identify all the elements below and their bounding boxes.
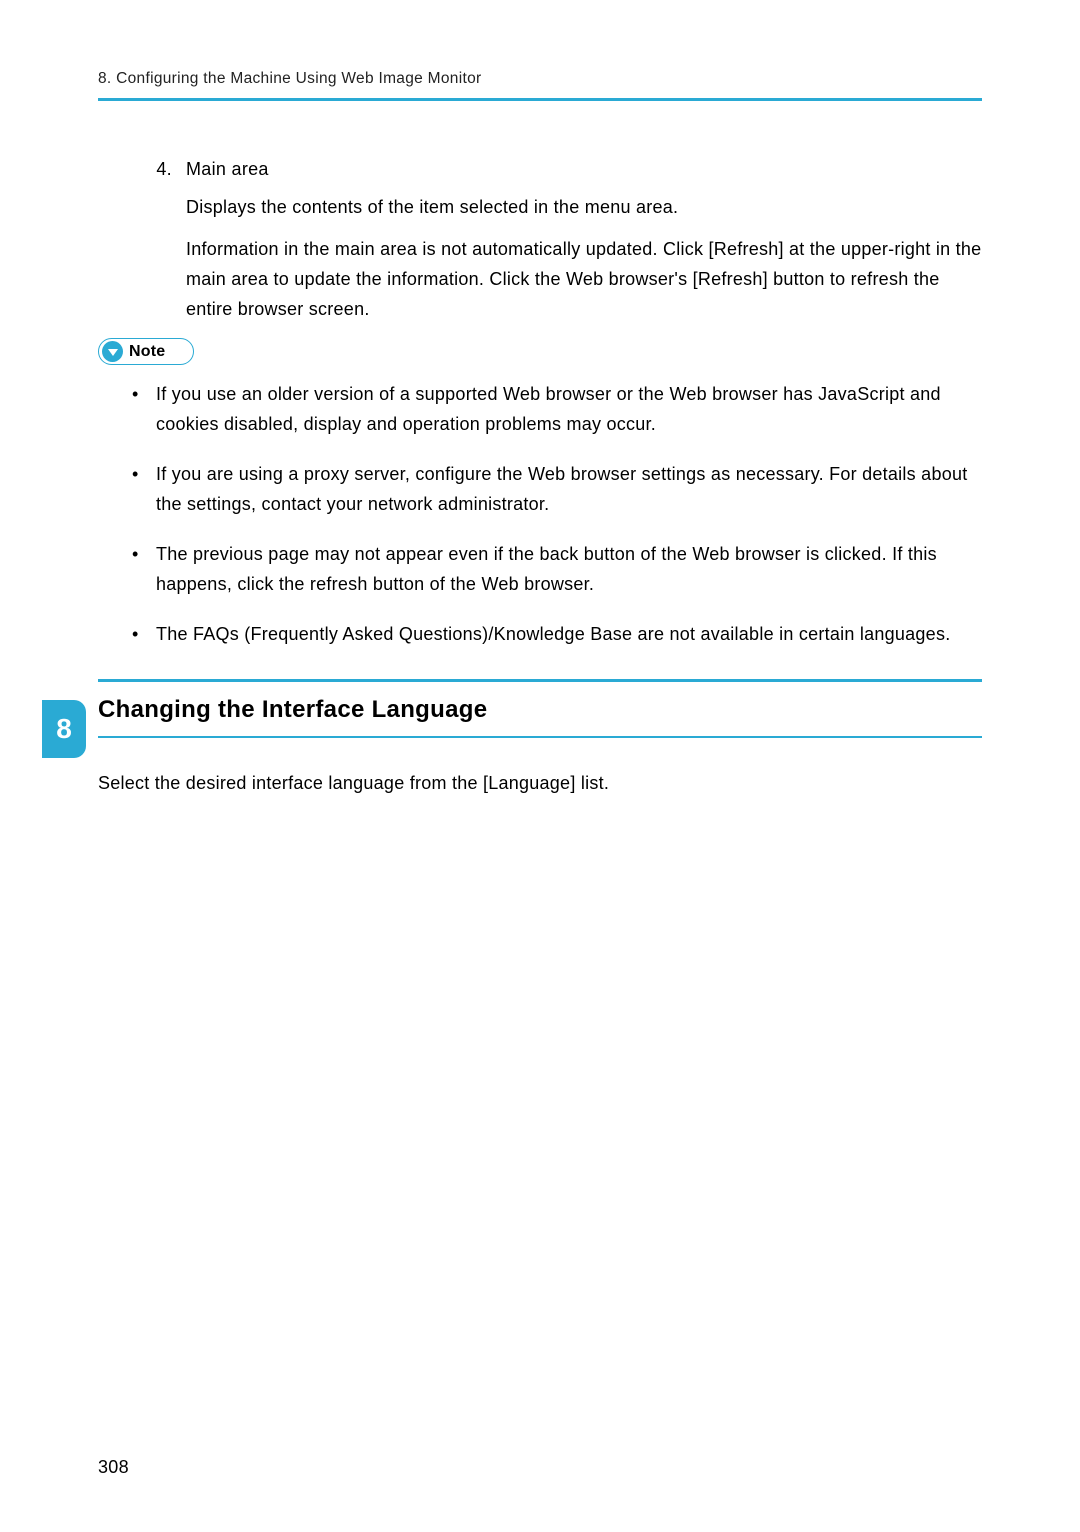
section-title: Changing the Interface Language [98,682,982,736]
chapter-tab: 8 [42,700,86,758]
list-item-title: Main area [186,159,269,180]
running-head: 8. Configuring the Machine Using Web Ima… [98,70,982,98]
note-badge: Note [98,338,194,365]
list-item: The FAQs (Frequently Asked Questions)/Kn… [132,619,982,649]
note-label: Note [129,343,165,361]
list-item-4-head: 4. Main area [98,159,982,180]
chapter-number: 8 [56,713,72,745]
list-item: If you use an older version of a support… [132,379,982,439]
down-arrow-icon [108,349,118,356]
page-number: 308 [98,1457,129,1478]
section-rule-bottom [98,736,982,738]
note-callout: Note [98,338,982,365]
content-area: 4. Main area Displays the contents of th… [98,159,982,798]
body-paragraph: Displays the contents of the item select… [186,192,982,222]
note-icon [102,341,123,362]
body-paragraph: Information in the main area is not auto… [186,234,982,324]
list-item: The previous page may not appear even if… [132,539,982,599]
section: Changing the Interface Language Select t… [98,679,982,798]
header-rule [98,98,982,101]
note-list: If you use an older version of a support… [98,379,982,649]
list-number: 4. [146,159,172,180]
list-item: If you are using a proxy server, configu… [132,459,982,519]
section-body: Select the desired interface language fr… [98,768,982,798]
document-page: 8. Configuring the Machine Using Web Ima… [0,0,1080,1532]
list-item-4-body: Displays the contents of the item select… [98,192,982,324]
